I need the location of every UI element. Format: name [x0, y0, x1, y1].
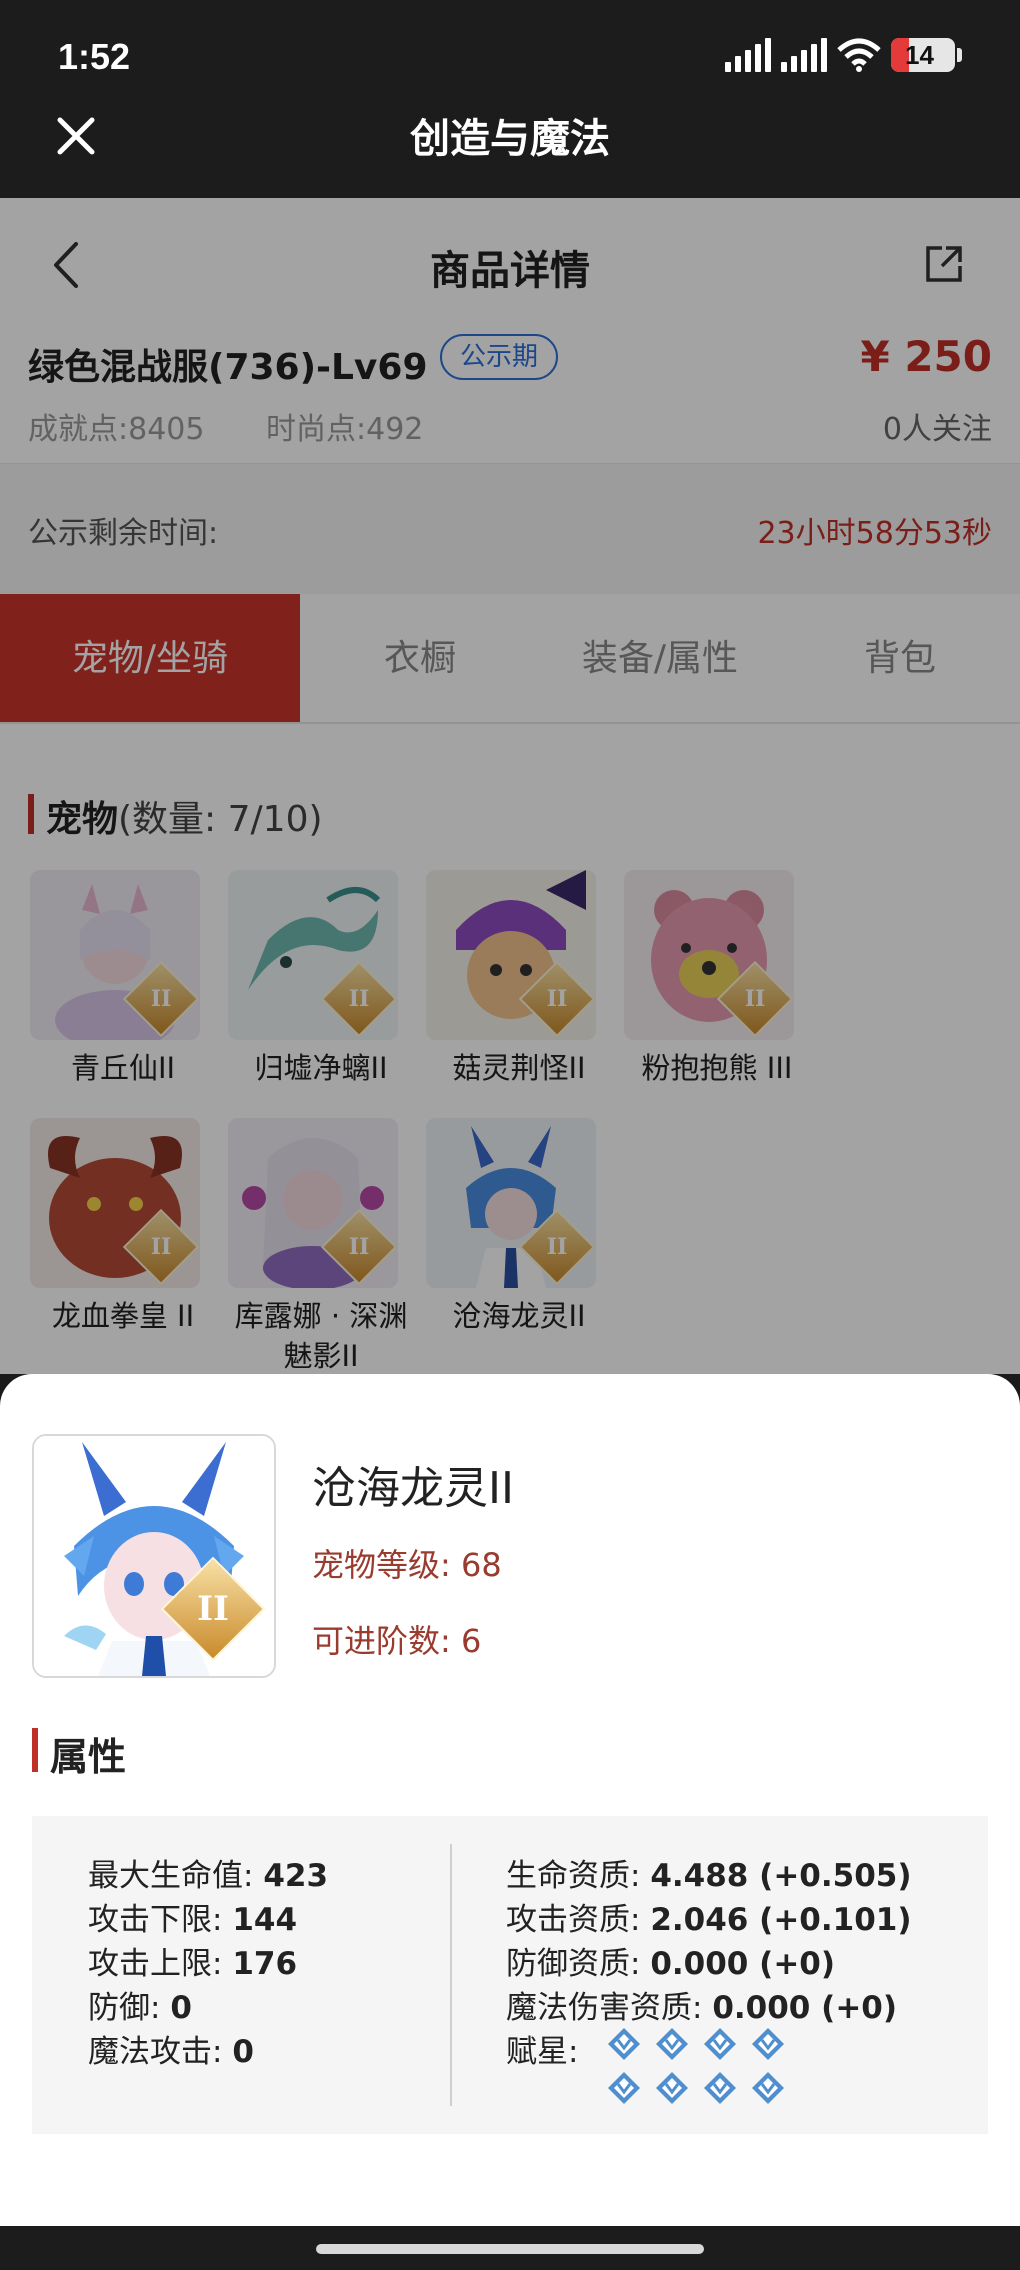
- pet-detail-sheet: 沧海龙灵II 宠物等级: 68 可进阶数: 6 属性 最大生命值: 423 攻击…: [0, 1374, 1020, 2226]
- pet-name: 沧海龙灵II: [452, 1299, 586, 1333]
- pet-advance-count: 可进阶数: 6: [312, 1622, 482, 1660]
- pet-portrait: [32, 1434, 276, 1678]
- pet-name: 归墟净螭II: [254, 1051, 388, 1085]
- battery-level: 14: [905, 40, 934, 70]
- aptitude-defense: 防御资质: 0.000 (+0): [506, 1946, 836, 1982]
- divider: [450, 1844, 452, 2106]
- stat-attack-max: 攻击上限: 176: [88, 1946, 298, 1982]
- aptitude-hp: 生命资质: 4.488 (+0.505): [506, 1858, 912, 1894]
- pet-card[interactable]: 归墟净螭II: [226, 870, 422, 1118]
- pet-level: 宠物等级: 68: [312, 1546, 502, 1584]
- status-icons: 14: [725, 38, 962, 72]
- pet-thumbnail: [30, 870, 200, 1040]
- page-title: 商品详情: [430, 248, 590, 294]
- stat-attack-min: 攻击下限: 144: [88, 1902, 298, 1938]
- stat-magic-attack: 魔法攻击: 0: [88, 2034, 254, 2070]
- wifi-icon: [837, 38, 881, 72]
- signal-icon: [725, 38, 771, 72]
- pet-card[interactable]: 青丘仙II: [28, 870, 224, 1118]
- tab-backpack[interactable]: 背包: [780, 594, 1020, 722]
- star-gem-icon: [704, 2072, 736, 2104]
- pet-grid: 青丘仙II 归墟净螭II 菇灵荆怪II: [28, 870, 992, 1373]
- aptitude-magic: 魔法伤害资质: 0.000 (+0): [506, 1990, 898, 2026]
- pet-name: 库露娜 · 深渊魅影II: [234, 1299, 408, 1373]
- home-indicator[interactable]: [316, 2244, 704, 2254]
- pet-card[interactable]: 沧海龙灵II: [424, 1118, 620, 1366]
- star-gem-icon: [752, 2028, 784, 2060]
- star-gem-icon: [656, 2028, 688, 2060]
- pet-name: 粉抱抱熊 III: [641, 1051, 793, 1085]
- pet-card[interactable]: 龙血拳皇 II: [28, 1118, 224, 1366]
- product-detail-page: 商品详情 绿色混战服(736)-Lv69 公示期 ¥ 250 成就点:8405 …: [0, 198, 1020, 1374]
- follower-count: 0人关注: [882, 412, 992, 447]
- app-header: 创造与魔法: [0, 80, 1020, 198]
- app-title: 创造与魔法: [410, 116, 610, 162]
- share-icon[interactable]: [924, 244, 964, 284]
- pets-title: 宠物: [46, 799, 119, 840]
- pet-thumbnail: [228, 870, 398, 1040]
- pet-thumbnail: [624, 870, 794, 1040]
- star-row: [606, 2070, 806, 2114]
- achievement-points: 成就点:8405: [28, 412, 205, 447]
- nav-bar: 商品详情: [0, 198, 1020, 328]
- base-stats: 最大生命值: 423 攻击下限: 144 攻击上限: 176 防御: 0 魔法攻…: [88, 1854, 328, 2074]
- star-gem-icon: [608, 2028, 640, 2060]
- pet-name: 青丘仙II: [70, 1051, 176, 1085]
- category-tabs: 宠物/坐骑 衣橱 装备/属性 背包: [0, 594, 1020, 724]
- star-gem-icon: [704, 2028, 736, 2060]
- product-price: ¥ 250: [860, 332, 992, 381]
- product-summary: 绿色混战服(736)-Lv69 公示期 ¥ 250 成就点:8405 时尚点:4…: [0, 328, 1020, 464]
- pet-name: 菇灵荆怪II: [452, 1051, 586, 1085]
- status-time: 1:52: [58, 36, 131, 77]
- tab-equipment[interactable]: 装备/属性: [540, 594, 780, 722]
- pet-card[interactable]: 库露娜 · 深渊魅影II: [226, 1118, 422, 1373]
- product-name: 绿色混战服(736)-Lv69: [28, 347, 428, 388]
- pet-card[interactable]: 粉抱抱熊 III: [622, 870, 818, 1118]
- stat-max-hp: 最大生命值: 423: [88, 1858, 329, 1894]
- attributes-panel: 最大生命值: 423 攻击下限: 144 攻击上限: 176 防御: 0 魔法攻…: [32, 1816, 988, 2134]
- pet-thumbnail: [30, 1118, 200, 1288]
- detail-pet-name: 沧海龙灵II: [312, 1463, 514, 1514]
- countdown-label: 公示剩余时间:: [28, 516, 219, 551]
- pet-thumbnail: [228, 1118, 398, 1288]
- pets-section: 宠物(数量: 7/10) 青丘仙II 归墟净螭II: [0, 790, 1020, 1373]
- star-row: [606, 2026, 806, 2070]
- pet-thumbnail: [426, 1118, 596, 1288]
- aptitude-attack: 攻击资质: 2.046 (+0.101): [506, 1902, 912, 1938]
- countdown-value: 23小时58分53秒: [757, 516, 992, 551]
- star-gem-icon: [656, 2072, 688, 2104]
- attributes-title: 属性: [32, 1726, 126, 1781]
- signal-icon-2: [781, 38, 827, 72]
- star-gem-icon: [752, 2072, 784, 2104]
- pets-count: (数量: 7/10): [118, 799, 323, 840]
- battery-icon: 14: [891, 38, 955, 72]
- pets-section-title: 宠物(数量: 7/10): [28, 790, 992, 842]
- stat-defense: 防御: 0: [88, 1990, 192, 2026]
- pet-card[interactable]: 菇灵荆怪II: [424, 870, 620, 1118]
- status-badge: 公示期: [440, 334, 559, 380]
- pet-name: 龙血拳皇 II: [51, 1299, 195, 1333]
- public-countdown: 公示剩余时间: 23小时58分53秒: [0, 464, 1020, 594]
- tab-pets-mounts[interactable]: 宠物/坐骑: [0, 594, 300, 722]
- tab-wardrobe[interactable]: 衣橱: [300, 594, 540, 722]
- fashion-points: 时尚点:492: [266, 412, 424, 447]
- star-gem-icon: [608, 2072, 640, 2104]
- star-rating: [606, 2026, 806, 2114]
- pet-thumbnail: [426, 870, 596, 1040]
